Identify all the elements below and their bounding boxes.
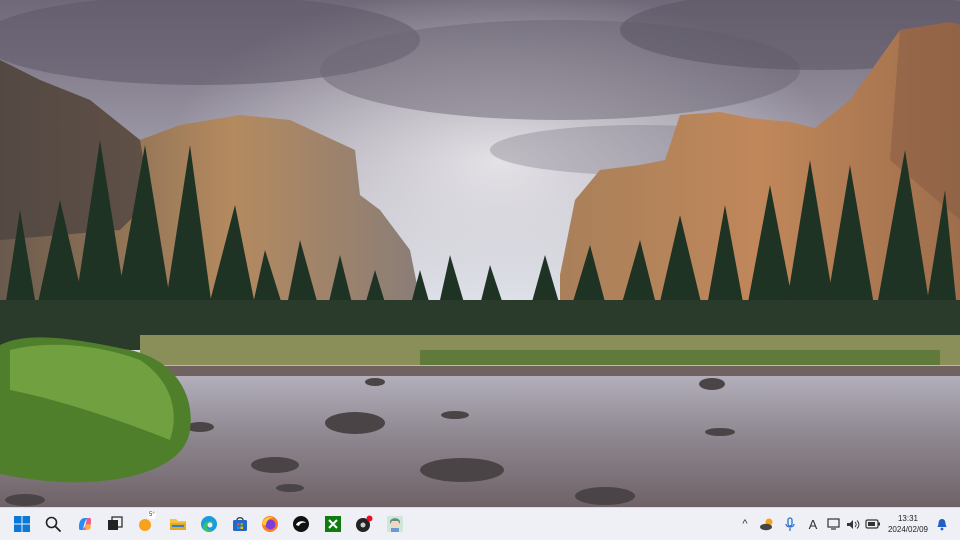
search-button[interactable]: [41, 512, 65, 536]
search-icon: [45, 516, 61, 532]
copilot-icon: [79, 518, 91, 530]
xbox-icon: [325, 516, 341, 532]
desktop-wallpaper: [0, 0, 960, 507]
folder-icon: [170, 519, 186, 530]
weather-temperature: 5°: [148, 511, 156, 519]
wallpaper-image: [0, 0, 960, 507]
xbox-button[interactable]: [321, 512, 345, 536]
battery-icon: [865, 519, 880, 529]
notifications-button[interactable]: [933, 515, 951, 533]
start-button[interactable]: [10, 512, 34, 536]
widgets-button[interactable]: 5°: [134, 511, 158, 536]
microphone-button[interactable]: [781, 515, 799, 533]
store-button[interactable]: [228, 512, 252, 536]
clock-button[interactable]: 13:31 2024/02/09: [885, 513, 931, 535]
taskbar: 5° ^ A 13:31 2024/02/09: [0, 507, 960, 540]
store-icon: [233, 517, 247, 531]
volume-icon: [847, 519, 860, 529]
media-app-button[interactable]: [352, 512, 376, 536]
task-view-icon: [108, 516, 123, 530]
show-hidden-icons-button[interactable]: ^: [736, 515, 754, 533]
chevron-up-icon: ^: [742, 518, 748, 530]
firefox-icon: [262, 516, 278, 532]
round-app-icon: [293, 516, 309, 532]
firefox-button[interactable]: [258, 512, 282, 536]
windows-logo-icon: [14, 516, 30, 532]
ime-label: A: [808, 516, 818, 532]
edge-icon: [201, 516, 217, 532]
anime-app-button[interactable]: [383, 512, 407, 536]
copilot-button[interactable]: [73, 512, 97, 536]
microphone-icon: [785, 516, 795, 531]
task-view-button[interactable]: [103, 512, 127, 536]
media-app-icon: [356, 515, 373, 532]
bell-icon: [937, 518, 947, 530]
avatar-app-icon: [387, 516, 403, 532]
edge-button[interactable]: [197, 512, 221, 536]
file-explorer-button[interactable]: [166, 512, 190, 536]
clock-time: 13:31: [897, 514, 919, 523]
cloud-sun-icon: [760, 518, 773, 531]
cloud-weather-tray-button[interactable]: [758, 515, 776, 533]
input-method-button[interactable]: A: [804, 515, 822, 533]
quick-settings-button[interactable]: [827, 515, 881, 533]
clock-date: 2024/02/09: [887, 525, 929, 534]
network-display-icon: [827, 517, 840, 530]
app-round-button[interactable]: [289, 512, 313, 536]
